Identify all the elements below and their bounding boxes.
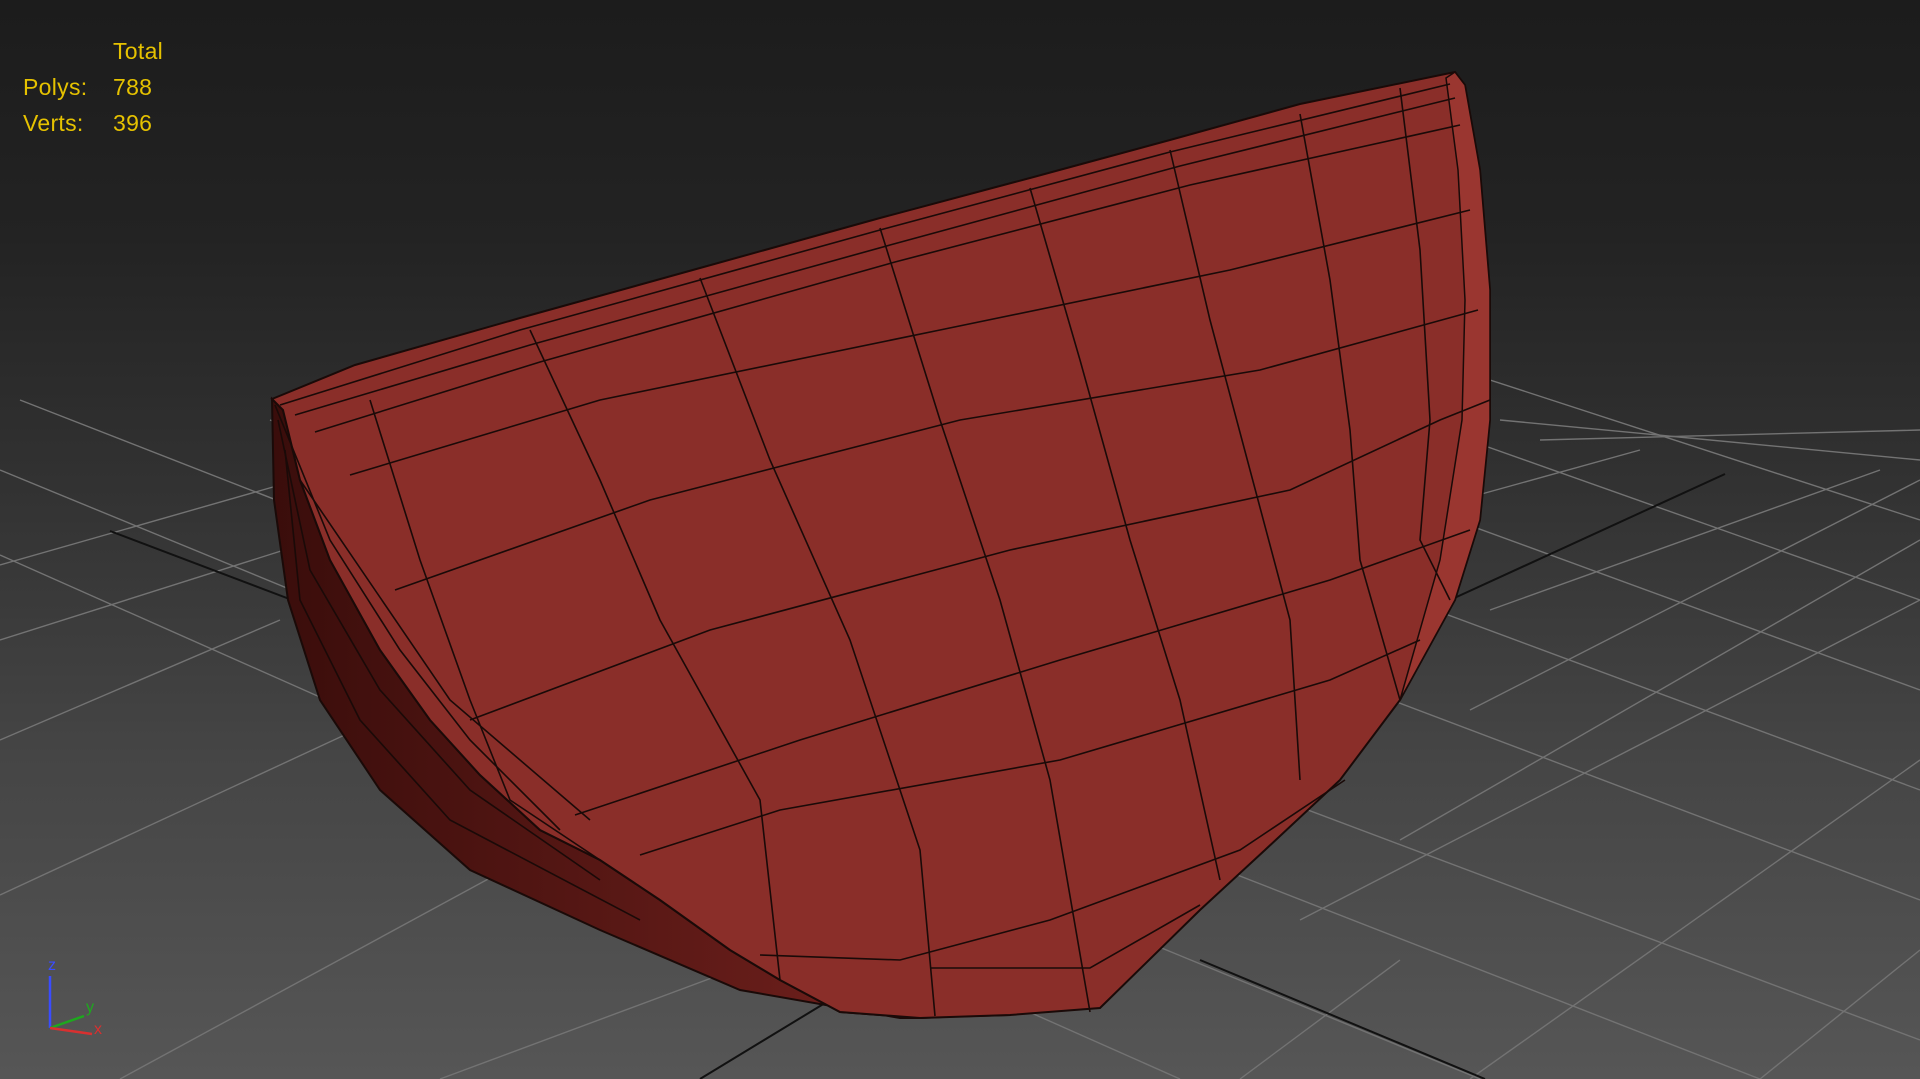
mesh-front-face [270, 70, 1491, 1020]
perspective-viewport[interactable]: Total Polys: 788 Verts: 396 z y x [0, 0, 1920, 1079]
viewport-statistics: Total Polys: 788 Verts: 396 [23, 33, 163, 141]
y-axis-label: y [86, 999, 94, 1016]
x-axis-label: x [94, 1021, 102, 1038]
z-axis-label: z [48, 957, 56, 974]
y-axis-line [49, 1014, 85, 1030]
viewport-scene[interactable] [0, 0, 1920, 1079]
mesh-object[interactable] [270, 70, 1491, 1020]
polys-value: 788 [113, 74, 153, 100]
verts-value: 396 [113, 110, 153, 136]
axis-tripod-icon: z y x [48, 957, 102, 1038]
x-axis-line [49, 1026, 93, 1036]
verts-label: Verts: [23, 110, 84, 136]
stats-header: Total [113, 38, 164, 64]
polys-label: Polys: [23, 74, 88, 100]
